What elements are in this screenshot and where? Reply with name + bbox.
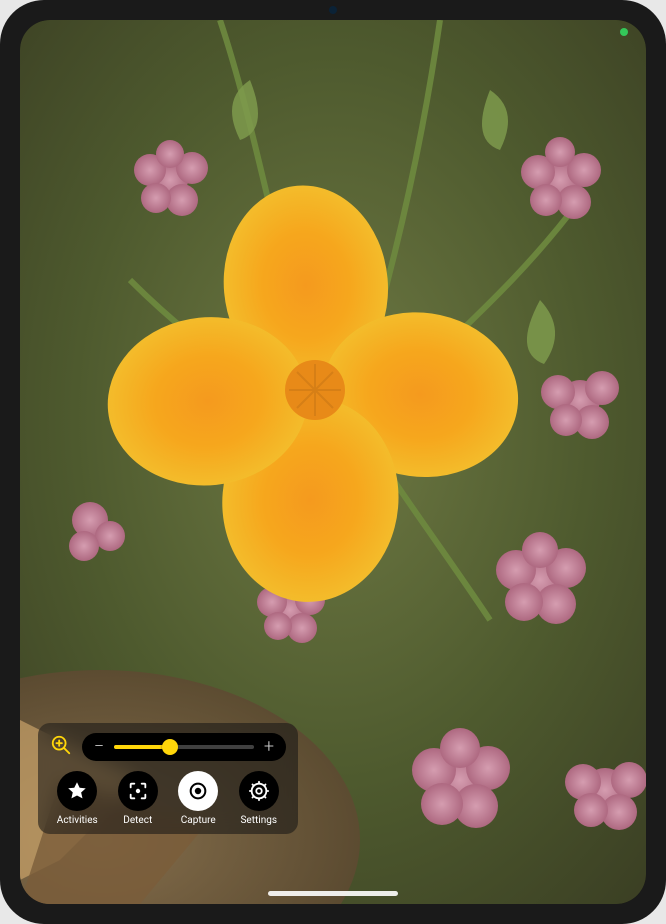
zoom-slider-track: − +: [82, 733, 286, 761]
capture-button[interactable]: Capture: [171, 771, 226, 826]
magnifier-plus-icon: [50, 734, 72, 760]
camera-in-use-indicator: [620, 28, 628, 36]
zoom-out-button[interactable]: −: [92, 738, 106, 756]
settings-label: Settings: [240, 815, 277, 826]
home-indicator[interactable]: [268, 891, 398, 896]
zoom-slider-handle[interactable]: [162, 739, 178, 755]
capture-ring-icon: [178, 771, 218, 811]
zoom-in-button[interactable]: +: [262, 738, 276, 756]
detect-label: Detect: [123, 815, 152, 826]
detect-frame-icon: [118, 771, 158, 811]
zoom-row: − +: [50, 733, 286, 761]
screen: − + Activities: [20, 20, 646, 904]
front-camera-dot: [329, 6, 337, 14]
star-icon: [57, 771, 97, 811]
settings-button[interactable]: Settings: [232, 771, 287, 826]
magnifier-control-panel: − + Activities: [38, 723, 298, 834]
zoom-slider[interactable]: [114, 745, 254, 749]
gear-icon: [239, 771, 279, 811]
activities-button[interactable]: Activities: [50, 771, 105, 826]
capture-label: Capture: [181, 815, 216, 826]
ipad-frame: − + Activities: [0, 0, 666, 924]
toolbar: Activities Detect: [50, 771, 286, 826]
detect-button[interactable]: Detect: [111, 771, 166, 826]
activities-label: Activities: [57, 815, 98, 826]
